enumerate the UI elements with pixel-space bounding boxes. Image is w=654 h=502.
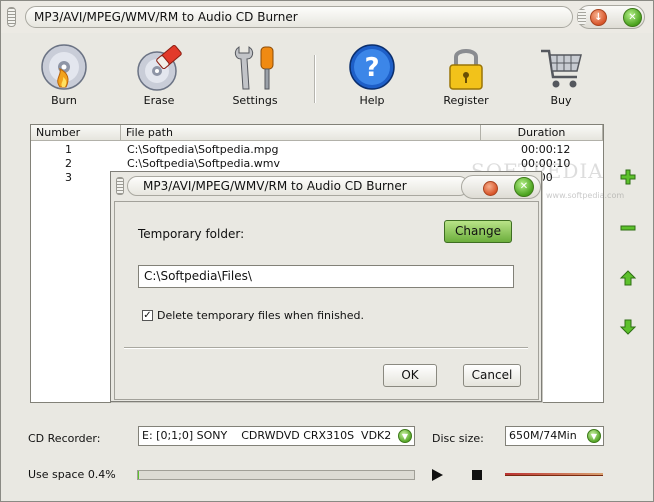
row-path: C:\Softpedia\Softpedia.mpg	[127, 143, 279, 156]
dialog-title-bar[interactable]: MP3/AVI/MPEG/WMV/RM to Audio CD Burner ✕	[111, 172, 541, 200]
main-window: MP3/AVI/MPEG/WMV/RM to Audio CD Burner ↓…	[0, 0, 654, 502]
controls-grip-icon	[578, 9, 586, 25]
settings-tools-icon	[234, 46, 274, 90]
dialog-title: MP3/AVI/MPEG/WMV/RM to Audio CD Burner	[127, 176, 469, 196]
toolbar: Burn Erase Settings ? Help Register Buy	[1, 37, 653, 113]
help-label: Help	[359, 94, 385, 107]
row-duration: 00:00:12	[521, 143, 571, 156]
row-number: 1	[65, 143, 72, 156]
dialog-minimize-button[interactable]	[483, 181, 498, 196]
register-label: Register	[443, 94, 489, 107]
lock-icon	[449, 49, 483, 90]
column-duration[interactable]: Duration	[481, 125, 603, 141]
disc-size-value: 650M/74Min	[509, 429, 577, 442]
cd-recorder-value: E: [0;1;0] SONY CDRWDVD CRX310S VDK2	[142, 429, 392, 442]
move-down-icon[interactable]	[619, 318, 637, 336]
dialog-close-button[interactable]: ✕	[514, 177, 534, 197]
cancel-button[interactable]: Cancel	[463, 364, 521, 387]
register-button[interactable]: Register	[429, 37, 503, 113]
remove-icon[interactable]	[619, 219, 637, 237]
file-list-header: Number File path Duration	[31, 125, 603, 141]
use-space-label: Use space 0.4%	[28, 468, 116, 481]
add-icon[interactable]	[619, 168, 637, 186]
play-icon[interactable]	[429, 467, 445, 483]
change-button[interactable]: Change	[444, 220, 512, 243]
temporary-folder-dialog: MP3/AVI/MPEG/WMV/RM to Audio CD Burner ✕…	[110, 171, 542, 402]
disc-size-select[interactable]: 650M/74Min ▼	[505, 426, 604, 446]
minimize-button[interactable]: ↓	[590, 9, 607, 26]
buy-label: Buy	[550, 94, 572, 107]
shopping-cart-icon	[541, 49, 582, 88]
softpedia-watermark-url: www.softpedia.com	[546, 191, 625, 200]
move-up-icon[interactable]	[619, 269, 637, 287]
erase-button[interactable]: Erase	[122, 37, 196, 113]
help-icon: ?	[349, 44, 395, 90]
settings-button[interactable]: Settings	[218, 37, 292, 113]
burn-cd-icon	[41, 44, 87, 90]
erase-cd-icon	[137, 45, 182, 91]
buy-button[interactable]: Buy	[524, 37, 598, 113]
stop-icon[interactable]	[469, 467, 485, 483]
window-title: MP3/AVI/MPEG/WMV/RM to Audio CD Burner	[25, 6, 573, 28]
delete-temp-files-checkbox[interactable]: ✓	[142, 310, 153, 321]
cd-recorder-select[interactable]: E: [0;1;0] SONY CDRWDVD CRX310S VDK2 ▼	[138, 426, 415, 446]
row-number: 3	[65, 171, 72, 184]
title-grip-icon[interactable]	[7, 7, 16, 27]
delete-temp-files-label[interactable]: Delete temporary files when finished.	[157, 310, 364, 322]
row-number: 2	[65, 157, 72, 170]
temporary-folder-label: Temporary folder:	[138, 227, 245, 241]
help-button[interactable]: ? Help	[335, 37, 409, 113]
title-bar[interactable]: MP3/AVI/MPEG/WMV/RM to Audio CD Burner ↓…	[1, 1, 653, 33]
temporary-folder-input[interactable]: C:\Softpedia\Files\	[138, 265, 514, 288]
burn-label: Burn	[51, 94, 77, 107]
chevron-down-icon[interactable]: ▼	[398, 429, 412, 443]
disc-size-label: Disc size:	[432, 432, 484, 445]
toolbar-separator	[314, 55, 316, 103]
chevron-down-icon[interactable]: ▼	[587, 429, 601, 443]
table-row[interactable]: 1 C:\Softpedia\Softpedia.mpg 00:00:12	[31, 143, 603, 157]
column-number[interactable]: Number	[31, 125, 121, 141]
close-button[interactable]: ✕	[623, 8, 642, 27]
cd-recorder-label: CD Recorder:	[28, 432, 101, 445]
row-path: C:\Softpedia\Softpedia.wmv	[127, 157, 280, 170]
volume-slider[interactable]	[505, 473, 603, 476]
column-file-path[interactable]: File path	[121, 125, 481, 141]
dialog-divider	[124, 347, 528, 349]
erase-label: Erase	[143, 94, 175, 107]
burn-button[interactable]: Burn	[27, 37, 101, 113]
use-space-progress	[137, 470, 415, 480]
dialog-grip-icon[interactable]	[116, 177, 124, 195]
settings-label: Settings	[232, 94, 278, 107]
use-space-progress-fill	[138, 471, 140, 479]
ok-button[interactable]: OK	[383, 364, 437, 387]
svg-text:?: ?	[364, 53, 379, 83]
